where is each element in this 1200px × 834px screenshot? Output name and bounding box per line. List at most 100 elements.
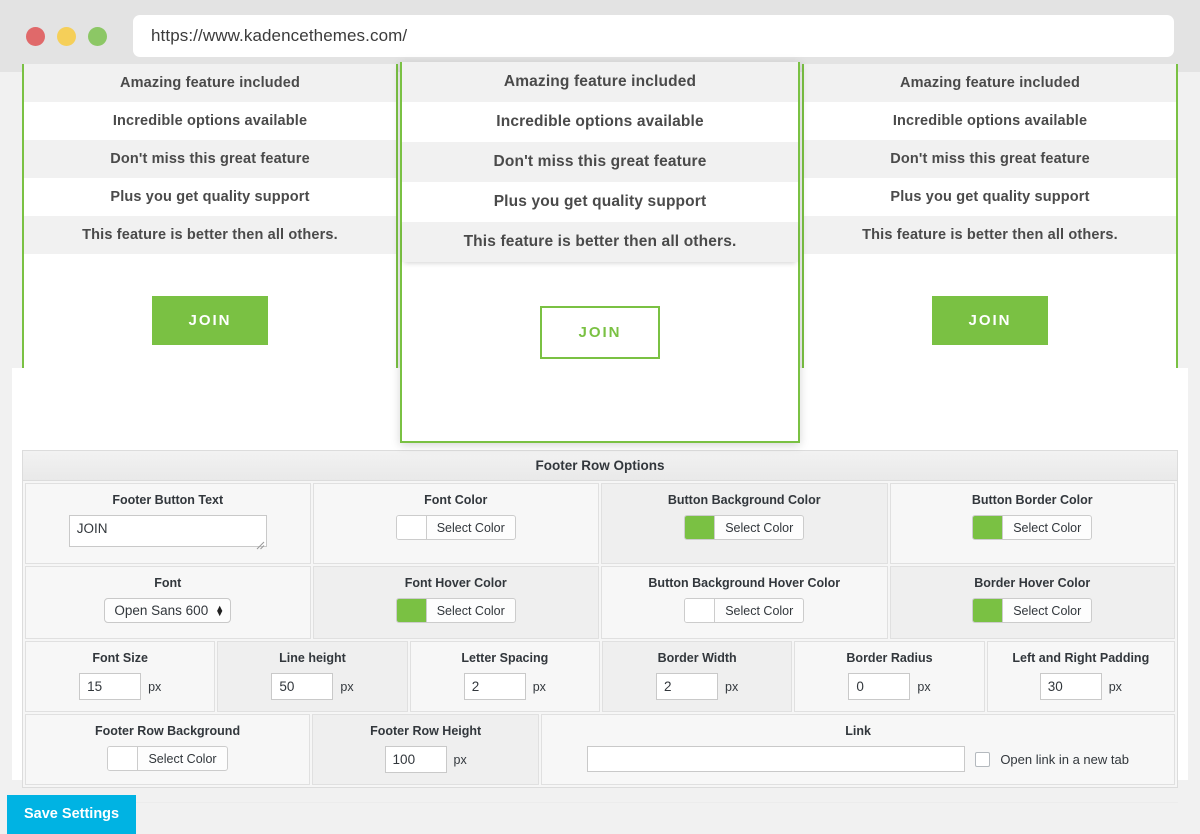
letter-spacing-input[interactable] (464, 673, 526, 700)
feature-item: Plus you get quality support (804, 178, 1176, 216)
field-footer-button-text: Footer Button Text (25, 483, 311, 564)
footer-button-text-input[interactable] (69, 515, 267, 547)
field-label: Link (845, 724, 871, 738)
page-viewport: Amazing feature included Incredible opti… (0, 72, 1200, 787)
stepper-arrows-icon: ▲▼ (215, 606, 224, 616)
join-button-right[interactable]: JOIN (932, 296, 1047, 345)
font-size-input[interactable] (79, 673, 141, 700)
window-controls (26, 27, 107, 46)
button-background-color-picker[interactable]: Select Color (684, 515, 804, 540)
field-button-background-hover-color: Button Background Hover Color Select Col… (601, 566, 888, 639)
input-group: px (1040, 673, 1122, 700)
field-label: Left and Right Padding (1012, 651, 1149, 665)
field-label: Border Width (658, 651, 737, 665)
footer-row-options-panel: Footer Row Options Footer Button Text (22, 450, 1178, 788)
field-label: Border Hover Color (974, 576, 1090, 590)
field-label: Button Background Color (668, 493, 821, 507)
footer-row-background-color-picker[interactable]: Select Color (107, 746, 227, 771)
feature-item: Incredible options available (24, 102, 396, 140)
field-footer-row-height: Footer Row Height px (312, 714, 539, 785)
feature-item: This feature is better then all others. (804, 216, 1176, 254)
select-color-label: Select Color (1003, 516, 1091, 539)
field-label: Font Hover Color (405, 576, 507, 590)
select-color-label: Select Color (715, 599, 803, 622)
field-label: Border Radius (846, 651, 932, 665)
feature-item: Don't miss this great feature (804, 140, 1176, 178)
join-button-left[interactable]: JOIN (152, 296, 267, 345)
feature-item: This feature is better then all others. (402, 222, 798, 262)
line-height-input[interactable] (271, 673, 333, 700)
url-text: https://www.kadencethemes.com/ (151, 26, 407, 46)
font-select-value: Open Sans 600 (114, 603, 208, 618)
unit-label: px (148, 680, 161, 694)
open-in-new-tab-checkbox[interactable] (975, 752, 990, 767)
field-font-color: Font Color Select Color (313, 483, 600, 564)
feature-item: Don't miss this great feature (24, 140, 396, 178)
color-swatch (685, 516, 715, 539)
input-group: px (848, 673, 930, 700)
field-label: Font Color (424, 493, 487, 507)
footer-row-height-input[interactable] (385, 746, 447, 773)
left-right-padding-input[interactable] (1040, 673, 1102, 700)
color-swatch (973, 599, 1003, 622)
options-row-4: Footer Row Background Select Color Foote… (24, 713, 1176, 786)
input-group: px (271, 673, 353, 700)
color-swatch (973, 516, 1003, 539)
open-in-new-tab-label: Open link in a new tab (1000, 752, 1129, 767)
field-font-hover-color: Font Hover Color Select Color (313, 566, 600, 639)
minimize-dot[interactable] (57, 27, 76, 46)
address-bar[interactable]: https://www.kadencethemes.com/ (133, 15, 1174, 57)
join-button-featured[interactable]: JOIN (540, 306, 659, 359)
field-footer-row-background: Footer Row Background Select Color (25, 714, 310, 785)
field-label: Footer Row Background (95, 724, 240, 738)
options-row-2: Font Open Sans 600 ▲▼ Font Hover Color (24, 565, 1176, 640)
pricing-column-featured: Amazing feature included Incredible opti… (400, 62, 800, 443)
zoom-dot[interactable] (88, 27, 107, 46)
link-input[interactable] (587, 746, 965, 772)
select-color-label: Select Color (138, 747, 226, 770)
feature-item: Plus you get quality support (24, 178, 396, 216)
color-swatch (397, 599, 427, 622)
field-link: Link Open link in a new tab (541, 714, 1175, 785)
feature-item: Amazing feature included (24, 64, 396, 102)
field-letter-spacing: Letter Spacing px (410, 641, 600, 712)
field-button-background-color: Button Background Color Select Color (601, 483, 888, 564)
field-border-width: Border Width px (602, 641, 792, 712)
feature-item: Amazing feature included (804, 64, 1176, 102)
field-font: Font Open Sans 600 ▲▼ (25, 566, 311, 639)
field-left-right-padding: Left and Right Padding px (987, 641, 1175, 712)
panel-divider (22, 802, 1178, 803)
field-font-size: Font Size px (25, 641, 215, 712)
border-radius-input[interactable] (848, 673, 910, 700)
save-settings-button[interactable]: Save Settings (7, 795, 136, 834)
pricing-table-preview: Amazing feature included Incredible opti… (0, 72, 1200, 382)
field-label: Button Border Color (972, 493, 1093, 507)
select-color-label: Select Color (427, 516, 515, 539)
unit-label: px (917, 680, 930, 694)
unit-label: px (725, 680, 738, 694)
input-group: px (385, 746, 467, 773)
field-label: Font Size (92, 651, 148, 665)
footer-row-featured: JOIN (402, 262, 798, 403)
input-group: px (464, 673, 546, 700)
button-background-hover-color-picker[interactable]: Select Color (684, 598, 804, 623)
input-group: px (656, 673, 738, 700)
feature-item: This feature is better then all others. (24, 216, 396, 254)
unit-label: px (1109, 680, 1122, 694)
select-color-label: Select Color (1003, 599, 1091, 622)
close-dot[interactable] (26, 27, 45, 46)
feature-item: Incredible options available (402, 102, 798, 142)
button-border-color-picker[interactable]: Select Color (972, 515, 1092, 540)
font-select[interactable]: Open Sans 600 ▲▼ (104, 598, 231, 623)
link-input-group: Open link in a new tab (587, 746, 1129, 772)
field-line-height: Line height px (217, 641, 407, 712)
unit-label: px (454, 753, 467, 767)
font-hover-color-picker[interactable]: Select Color (396, 598, 516, 623)
field-border-hover-color: Border Hover Color Select Color (890, 566, 1176, 639)
font-color-picker[interactable]: Select Color (396, 515, 516, 540)
border-width-input[interactable] (656, 673, 718, 700)
select-color-label: Select Color (715, 516, 803, 539)
field-label: Line height (279, 651, 346, 665)
color-swatch (397, 516, 427, 539)
border-hover-color-picker[interactable]: Select Color (972, 598, 1092, 623)
